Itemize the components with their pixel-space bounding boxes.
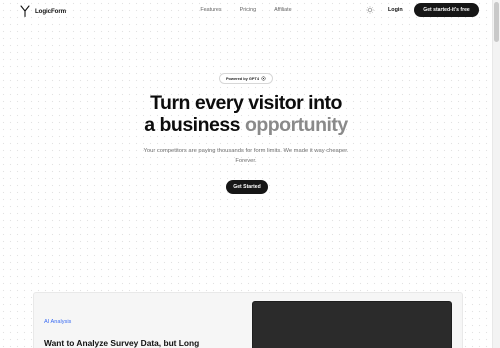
get-started-button[interactable]: Get Started xyxy=(226,180,268,194)
hero-title-faded-part: opportunity xyxy=(244,114,348,136)
nav-link-features[interactable]: Features xyxy=(200,7,221,13)
hero-title: Turn every visitor into a business oppor… xyxy=(0,92,492,136)
hero-title-line-1: Turn every visitor into xyxy=(150,92,342,114)
page: LogicForm Features Pricing Affiliate Log… xyxy=(0,0,492,348)
hero-subtitle: Your competitors are paying thousands fo… xyxy=(143,148,349,164)
top-nav: LogicForm Features Pricing Affiliate Log… xyxy=(0,0,492,22)
hero-title-line-2: a business opportunity xyxy=(0,114,492,136)
login-link[interactable]: Login xyxy=(388,7,403,13)
page-scrollbar[interactable] xyxy=(492,0,500,348)
badge-text: Powered by GPT4 xyxy=(225,76,260,81)
feature-tag: AI Analysis xyxy=(44,319,72,325)
feature-preview-image xyxy=(252,301,452,348)
nav-link-affiliate[interactable]: Affiliate xyxy=(274,7,292,13)
ai-analysis-section: AI Analysis Want to Analyze Survey Data,… xyxy=(33,292,463,348)
hero-title-dark-part: a business xyxy=(144,114,245,136)
feature-heading: Want to Analyze Survey Data, but Long xyxy=(44,338,200,348)
openai-icon xyxy=(261,76,266,81)
sun-icon[interactable] xyxy=(366,6,374,14)
powered-by-badge: Powered by GPT4 xyxy=(219,73,273,84)
scrollbar-thumb[interactable] xyxy=(494,2,499,42)
get-started-free-button[interactable]: Get started-it's free xyxy=(414,3,479,17)
nav-link-pricing[interactable]: Pricing xyxy=(240,7,256,13)
